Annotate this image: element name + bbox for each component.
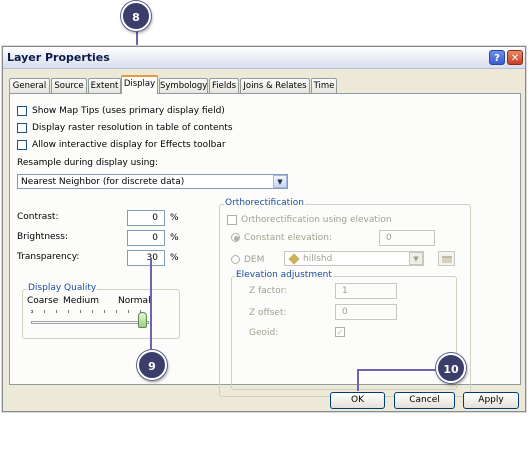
resample-label: Resample during display using: — [17, 158, 159, 168]
quality-slider-thumb[interactable] — [138, 312, 147, 328]
tab-source[interactable]: Source — [51, 78, 87, 93]
allow-interactive-display-label: Allow interactive display for Effects to… — [32, 140, 226, 150]
constant-elevation-label: Constant elevation: — [244, 233, 333, 243]
brightness-input[interactable]: 0 — [127, 230, 165, 246]
tab-fields[interactable]: Fields — [209, 78, 239, 93]
display-quality-group: Display Quality Coarse Medium Normal — [22, 283, 180, 339]
show-map-tips-checkbox[interactable] — [17, 106, 27, 116]
contrast-label: Contrast: — [17, 212, 59, 222]
elevation-adjustment-group: Elevation adjustment Z factor: 1 Z offse… — [231, 270, 457, 390]
callout-9: 9 — [137, 350, 167, 380]
browse-folder-icon[interactable] — [438, 251, 455, 266]
elevation-adjustment-title: Elevation adjustment — [235, 270, 333, 280]
resample-value: Nearest Neighbor (for discrete data) — [21, 177, 185, 187]
brightness-percent: % — [170, 233, 179, 243]
transparency-percent: % — [170, 253, 179, 263]
dem-label: DEM — [244, 255, 265, 265]
brightness-label: Brightness: — [17, 232, 68, 242]
allow-interactive-display-checkbox[interactable] — [17, 140, 27, 150]
callout-10-leader-v — [357, 369, 359, 391]
callout-10: 10 — [436, 353, 466, 383]
use-elevation-checkbox[interactable] — [227, 215, 237, 225]
zoffset-input[interactable]: 0 — [335, 304, 397, 320]
zfactor-label: Z factor: — [249, 286, 288, 296]
display-raster-resolution-label: Display raster resolution in table of co… — [32, 123, 233, 133]
use-elevation-label: Orthorectification using elevation — [241, 215, 392, 225]
tab-time[interactable]: Time — [311, 78, 337, 93]
callout-8: 8 — [121, 1, 151, 31]
tab-display[interactable]: Display — [121, 75, 158, 94]
resample-dropdown[interactable]: Nearest Neighbor (for discrete data) ▼ — [17, 174, 288, 189]
cancel-button[interactable]: Cancel — [394, 392, 455, 409]
tab-extent[interactable]: Extent — [88, 78, 121, 93]
window-title: Layer Properties — [7, 51, 110, 64]
constant-elevation-radio[interactable] — [231, 233, 240, 242]
transparency-input[interactable]: 30 — [127, 250, 165, 266]
display-quality-title: Display Quality — [27, 283, 98, 293]
chevron-down-icon[interactable]: ▼ — [273, 175, 287, 188]
tab-general[interactable]: General — [9, 78, 50, 93]
help-button[interactable]: ? — [489, 50, 505, 65]
zoffset-label: Z offset: — [249, 308, 287, 318]
quality-ticks — [31, 310, 147, 313]
callout-9-leader — [150, 258, 152, 350]
geoid-checkbox[interactable]: ✓ — [335, 327, 345, 337]
quality-normal-label: Normal — [118, 296, 151, 306]
contrast-percent: % — [170, 213, 179, 223]
close-button[interactable]: ✕ — [507, 50, 523, 65]
title-bar: Layer Properties ? ✕ — [3, 47, 525, 69]
folder-shape — [442, 256, 452, 263]
transparency-label: Transparency: — [17, 252, 80, 262]
show-map-tips-label: Show Map Tips (uses primary display fiel… — [32, 106, 225, 116]
quality-coarse-label: Coarse — [27, 296, 59, 306]
geoid-label: Geoid: — [249, 328, 279, 338]
dem-dropdown[interactable]: hillshd ▼ — [284, 251, 424, 266]
zfactor-input[interactable]: 1 — [335, 283, 397, 299]
dem-value: hillshd — [303, 254, 333, 264]
display-raster-resolution-checkbox[interactable] — [17, 123, 27, 133]
dem-radio[interactable] — [231, 255, 240, 264]
raster-layer-icon — [288, 253, 300, 265]
chevron-down-icon[interactable]: ▼ — [409, 252, 423, 265]
display-tab-panel: Show Map Tips (uses primary display fiel… — [9, 93, 521, 397]
tab-symbology[interactable]: Symbology — [159, 78, 208, 93]
callout-10-leader-h — [358, 369, 440, 371]
quality-slider-track — [31, 321, 149, 324]
ok-button[interactable]: OK — [330, 392, 385, 409]
quality-medium-label: Medium — [63, 296, 99, 306]
apply-button[interactable]: Apply — [463, 392, 519, 409]
contrast-input[interactable]: 0 — [127, 210, 165, 226]
tab-joins-relates[interactable]: Joins & Relates — [240, 78, 310, 93]
constant-elevation-input[interactable]: 0 — [379, 230, 435, 246]
orthorectification-title: Orthorectification — [224, 198, 305, 208]
